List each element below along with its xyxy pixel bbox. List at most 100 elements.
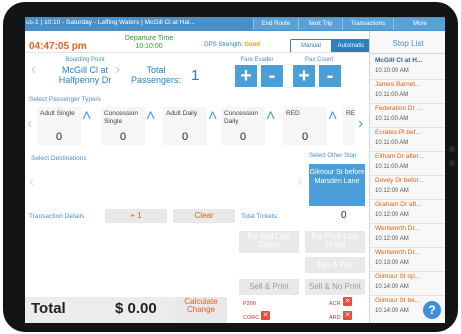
transaction-details-label: Transaction Details (29, 213, 85, 220)
end-route-button[interactable]: End Route (253, 18, 298, 30)
passenger-type-label: RE (346, 110, 355, 117)
stop-name: Ecrates Pl bef... (375, 129, 421, 136)
other-stop-label: Select Other Stop (309, 153, 357, 159)
tablet-frame: us-1 | 10:10 - Saturday - Laffing Waters… (3, 2, 458, 332)
stop-list-item[interactable]: Graham Dr aft... 10:12:00 AM (375, 201, 443, 218)
clear-button[interactable]: Clear (173, 209, 235, 223)
stop-time: 10:14:00 AM (375, 284, 409, 290)
manual-tab[interactable]: Manual (291, 40, 331, 52)
passenger-type-count: 0 (55, 131, 63, 143)
mode-toggle: Manual Automatic (290, 39, 372, 53)
stop-time: 10:12:00 AM (375, 188, 409, 194)
stop-name: Wentworth Dr... (375, 249, 420, 256)
chevron-left-icon[interactable]: ‹ (27, 115, 32, 133)
divider (370, 271, 445, 272)
help-icon[interactable]: ? (423, 301, 441, 319)
divider (370, 247, 445, 248)
pax-count-minus-button[interactable]: - (319, 65, 341, 87)
remove-icon[interactable]: ✕ (343, 297, 352, 306)
tap-pay-button[interactable]: Tap & Pay (305, 257, 365, 273)
stop-list-item[interactable]: Wentworth Dr... 10:12:00 AM (375, 225, 443, 242)
fare-code: ARD (329, 315, 341, 321)
passenger-type-label: Concession Single (104, 110, 138, 125)
stop-list-item[interactable]: Wentworth Dr... 10:13:00 AM (375, 249, 443, 266)
sell-no-print-button[interactable]: Sell & No Print (305, 279, 365, 295)
boarding-point-label: Boarding Point (65, 57, 105, 63)
passenger-type-count: 0 (239, 131, 247, 143)
total-passengers-label: Total Passengers: (131, 65, 182, 85)
departure-value: 10:10:00 (135, 43, 163, 50)
stop-name: Federation Dr ... (375, 105, 422, 112)
divider (370, 295, 445, 296)
more-button[interactable]: More (393, 18, 445, 30)
passenger-type-card[interactable]: RED 0 (283, 107, 327, 145)
stop-time: 10:11:00 AM (375, 116, 409, 122)
stop-name: Gilmour St op... (375, 273, 421, 280)
departure-time-block: Departure Time 10:10:00 (113, 35, 185, 51)
pax-count-plus-button[interactable]: + (293, 65, 315, 87)
boarding-point-value[interactable]: McGill Cl at Halfpenny Dr (49, 65, 121, 85)
transactions-button[interactable]: Transactions (342, 18, 393, 30)
next-trip-button[interactable]: Next Trip (298, 18, 342, 30)
passenger-type-card[interactable]: Concession Daily 0 (221, 107, 265, 145)
remove-icon[interactable]: ✕ (261, 311, 270, 320)
departure-label: Departure Time (124, 35, 174, 42)
sell-print-button[interactable]: Sell & Print (239, 279, 299, 295)
chevron-up-icon[interactable]: ˄ (266, 108, 275, 126)
total-value: $ 0.00 (115, 300, 157, 317)
passenger-type-label: Adult Daily (166, 110, 198, 117)
passenger-type-label: Concession Daily (224, 110, 258, 125)
passenger-type-count: 0 (119, 131, 127, 143)
pax-count-label: Pax Count (304, 57, 334, 63)
chevron-left-icon[interactable]: ‹ (29, 173, 34, 191)
stop-list-item[interactable]: Ecrates Pl bef... 10:11:00 AM (375, 129, 443, 146)
chevron-right-icon[interactable]: › (358, 115, 363, 133)
stop-time: 10:11:00 AM (375, 140, 409, 146)
passenger-type-card[interactable]: RE (343, 107, 355, 145)
stop-time: 10:10:00 AM (375, 68, 409, 74)
stop-time: 10:13:00 AM (375, 260, 409, 266)
passenger-type-card[interactable]: Adult Daily 0 (163, 107, 207, 145)
stop-list-item[interactable]: James Barnet... 10:11:00 AM (375, 81, 443, 98)
stop-list-item[interactable]: Gilmour St op... 10:14:00 AM (375, 273, 443, 290)
chevron-up-icon[interactable]: ˄ (146, 108, 155, 126)
divider (370, 127, 445, 128)
gps-strength: GPS Strength: Good (204, 42, 260, 48)
passenger-type-card[interactable]: Concession Single 0 (101, 107, 145, 145)
stop-list-item[interactable]: McGill Cl at H... 10:10:00 AM (375, 57, 443, 74)
divider (370, 199, 445, 200)
camera-dot (449, 146, 455, 152)
chevron-left-icon[interactable]: ‹ (31, 61, 36, 79)
divider (370, 79, 445, 80)
chevron-up-icon[interactable]: ˄ (328, 108, 337, 126)
chevron-up-icon[interactable]: ˄ (82, 108, 91, 126)
stop-list-panel: Stop List McGill Cl at H... 10:10:00 AM Ja… (369, 31, 445, 323)
chevron-right-icon[interactable]: › (297, 173, 302, 191)
total-panel: Total $ 0.00 (25, 297, 175, 323)
other-stop-button[interactable]: Gilmour St before Marsden Lane (309, 164, 365, 206)
fare-code: CORC (243, 315, 260, 321)
fare-code: ACR (329, 301, 341, 307)
fare-evader-plus-button[interactable]: + (235, 65, 257, 87)
stop-list-item[interactable]: Federation Dr ... 10:11:00 AM (375, 105, 443, 122)
resell-button[interactable]: Re-Sell Last Ticket (239, 231, 299, 253)
fare-code: P200 (243, 301, 256, 307)
fare-evader-minus-button[interactable]: - (261, 65, 283, 87)
plus-one-button[interactable]: + 1 (105, 209, 167, 223)
passenger-type-label: RED (286, 110, 300, 117)
reprint-button[interactable]: Re-Print Last Ticket (305, 231, 365, 253)
chevron-up-icon[interactable]: ˄ (208, 108, 217, 126)
stop-list-item[interactable]: Dovey Dr befor... 10:12:00 AM (375, 177, 443, 194)
gps-value: Good (244, 42, 261, 48)
stop-name: Dovey Dr befor... (375, 177, 424, 184)
divider (370, 223, 445, 224)
stop-list-item[interactable]: Eltham Dr after... 10:11:00 AM (375, 153, 443, 170)
remove-icon[interactable]: ✕ (343, 311, 352, 320)
calculate-change-button[interactable]: Calculate Change (175, 297, 227, 323)
automatic-tab[interactable]: Automatic (331, 40, 371, 52)
chevron-right-icon[interactable]: › (115, 61, 120, 79)
destinations-heading: Select Destinations (31, 155, 87, 162)
passenger-type-card[interactable]: Adult Single 0 (37, 107, 81, 145)
stop-name: McGill Cl at H... (375, 57, 423, 64)
divider (370, 175, 445, 176)
